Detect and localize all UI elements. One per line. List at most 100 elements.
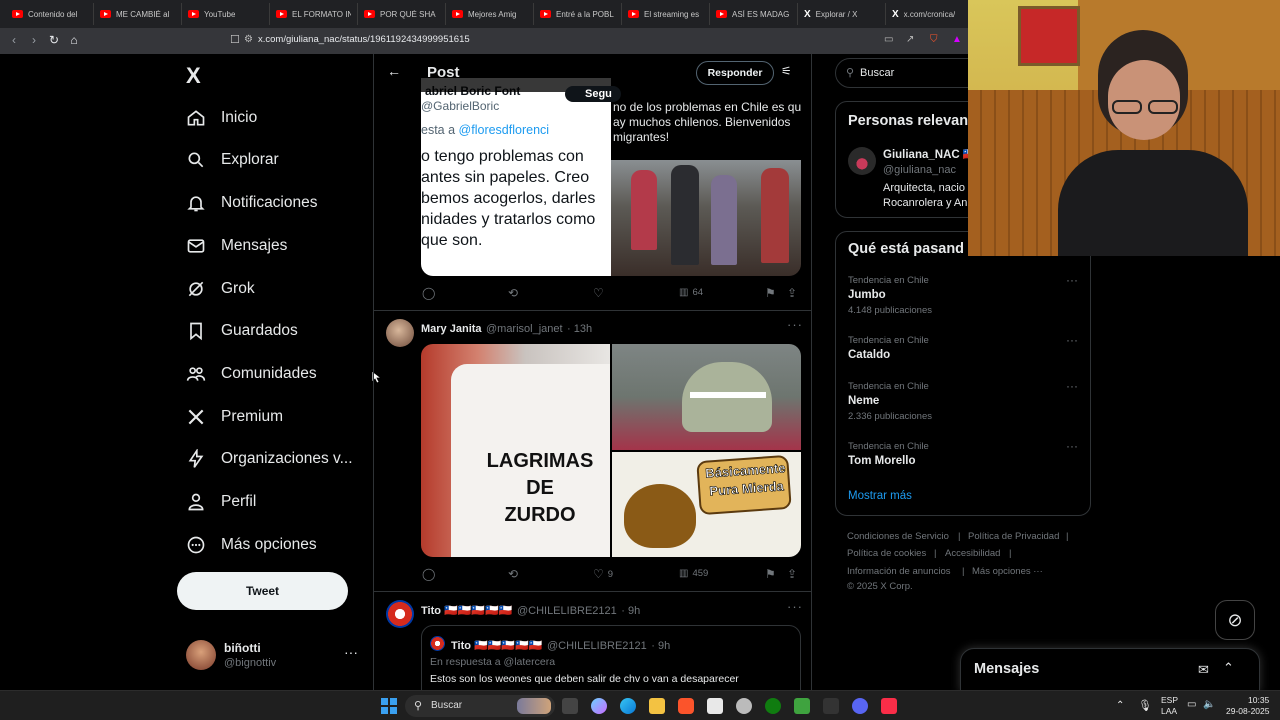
- nav-item-guardados[interactable]: Guardados: [186, 313, 298, 349]
- browser-tab[interactable]: El streaming es: [622, 3, 710, 25]
- cast-icon[interactable]: ▭: [884, 34, 893, 45]
- footer-link[interactable]: Información de anuncios: [847, 566, 951, 577]
- browser-tab[interactable]: Contenido del: [6, 3, 94, 25]
- nav-item-explorar[interactable]: Explorar: [186, 142, 279, 178]
- footer-link[interactable]: © 2025 X Corp.: [847, 581, 913, 592]
- windows-start-icon[interactable]: [381, 698, 397, 714]
- post-image-news[interactable]: no de los problemas en Chile es qu ay muc…: [611, 78, 801, 276]
- new-message-icon[interactable]: ✉: [1198, 662, 1209, 678]
- home-browser-icon[interactable]: ⌂: [64, 33, 84, 47]
- microphone-icon[interactable]: 🎙: [1138, 699, 1152, 712]
- trend-more-icon[interactable]: ···: [1066, 379, 1078, 393]
- bookmark-action[interactable]: ⚑: [765, 567, 776, 581]
- author-name[interactable]: Tito 🇨🇱🇨🇱🇨🇱🇨🇱🇨🇱: [421, 605, 513, 617]
- nav-item-notificaciones[interactable]: Notificaciones: [186, 185, 318, 221]
- post-time[interactable]: · 9h: [621, 605, 640, 617]
- share-action[interactable]: ⇪: [787, 567, 797, 581]
- browser-tab[interactable]: YouTube: [182, 3, 270, 25]
- retweet-action[interactable]: ⟲: [508, 567, 518, 581]
- clock-date[interactable]: 29-08-2025: [1226, 706, 1269, 716]
- share-action[interactable]: ⇪: [787, 286, 797, 300]
- person-handle[interactable]: @giuliana_nac: [883, 164, 956, 176]
- nav-item-mensajes[interactable]: Mensajes: [186, 228, 287, 264]
- like-action[interactable]: ♡ 9: [593, 567, 613, 581]
- chevron-up-icon[interactable]: ⌃: [1223, 660, 1234, 676]
- browser-tab[interactable]: ME CAMBIÉ al: [94, 3, 182, 25]
- tweet-button[interactable]: Tweet: [177, 572, 348, 610]
- bookmark-page-icon[interactable]: ☐: [230, 33, 240, 46]
- store-icon[interactable]: [707, 698, 723, 714]
- language-layout[interactable]: LAA: [1161, 706, 1177, 716]
- share-icon[interactable]: ↗: [906, 34, 914, 45]
- grok-floating-button[interactable]: ⊘: [1215, 600, 1255, 640]
- messages-drawer[interactable]: Mensajes ✉ ⌃: [960, 648, 1260, 692]
- task-view-icon[interactable]: [562, 698, 578, 714]
- footer-link[interactable]: Condiciones de Servicio: [847, 531, 949, 542]
- footer-link[interactable]: Política de cookies: [847, 548, 926, 559]
- footer-link[interactable]: Más opciones ···: [972, 566, 1043, 577]
- nav-item-premium[interactable]: Premium: [186, 399, 283, 435]
- music-icon[interactable]: [881, 698, 897, 714]
- like-action[interactable]: ♡: [593, 286, 604, 300]
- footer-link[interactable]: Política de Privacidad: [968, 531, 1059, 542]
- nav-item-perfil[interactable]: Perfil: [186, 484, 256, 520]
- volume-icon[interactable]: 🔈: [1203, 699, 1215, 710]
- avatar[interactable]: [848, 147, 876, 175]
- author-name[interactable]: Mary Janita: [421, 323, 482, 335]
- more-icon[interactable]: ···: [344, 644, 358, 660]
- post-image-mug[interactable]: LAGRIMAS DE ZURDO: [421, 344, 610, 557]
- browser-tab[interactable]: EL FORMATO IN: [270, 3, 358, 25]
- post-image-poop-meme[interactable]: Básicamente Pura Mierda: [612, 452, 801, 557]
- nav-item-inicio[interactable]: Inicio: [186, 100, 257, 136]
- copilot-icon[interactable]: [591, 698, 607, 714]
- quoted-post[interactable]: Tito 🇨🇱🇨🇱🇨🇱🇨🇱🇨🇱 @CHILELIBRE2121 · 9h En …: [421, 625, 801, 690]
- post-more-icon[interactable]: ···: [787, 317, 803, 332]
- trend-more-icon[interactable]: ···: [1066, 439, 1078, 453]
- browser-tab[interactable]: POR QUÉ SHA: [358, 3, 446, 25]
- brave-shield-icon[interactable]: ⛉: [930, 34, 938, 45]
- bookmark-action[interactable]: ⚑: [765, 286, 776, 300]
- epic-games-icon[interactable]: [823, 698, 839, 714]
- post-time[interactable]: · 13h: [567, 323, 592, 335]
- site-info-icon[interactable]: ⚙: [244, 34, 253, 45]
- trend-item[interactable]: Tendencia en Chile Jumbo 4.148 publicacion…: [848, 273, 1084, 316]
- trend-item[interactable]: Tendencia en Chile Tom Morello ···: [848, 439, 1084, 467]
- post-more-icon[interactable]: ···: [787, 599, 803, 614]
- x-logo[interactable]: X: [186, 63, 201, 89]
- account-switcher[interactable]: biñotti @bignottiv ···: [186, 638, 361, 674]
- trend-item[interactable]: Tendencia en Chile Neme 2.336 publicacione…: [848, 379, 1084, 422]
- discord-icon[interactable]: [852, 698, 868, 714]
- network-icon[interactable]: ▭: [1187, 699, 1196, 710]
- chevron-up-icon[interactable]: ⌃: [1116, 700, 1124, 711]
- show-more-link[interactable]: Mostrar más: [848, 490, 912, 502]
- nav-item-más-opciones[interactable]: Más opciones: [186, 527, 317, 563]
- url-field[interactable]: x.com/giuliana_nac/status/19611924349999…: [258, 34, 470, 45]
- filter-icon[interactable]: ⚟: [781, 64, 792, 78]
- browser-tab[interactable]: Mejores Amig: [446, 3, 534, 25]
- steam-icon[interactable]: [736, 698, 752, 714]
- follow-button[interactable]: Segu: [565, 86, 621, 102]
- author-handle[interactable]: @CHILELIBRE2121: [517, 605, 617, 617]
- views-action[interactable]: ▥ 459: [679, 568, 708, 579]
- back-arrow-icon[interactable]: ←: [387, 63, 401, 79]
- retweet-action[interactable]: ⟲: [508, 286, 518, 300]
- rewards-icon[interactable]: ▲: [952, 34, 962, 45]
- footer-link[interactable]: Accesibilidad: [945, 548, 1000, 559]
- reply-action[interactable]: ◯: [422, 567, 435, 581]
- xbox-icon[interactable]: [765, 698, 781, 714]
- language-indicator[interactable]: ESP: [1161, 695, 1178, 705]
- trend-more-icon[interactable]: ···: [1066, 273, 1078, 287]
- views-action[interactable]: ▥ 64: [679, 287, 703, 298]
- reply-button[interactable]: Responder: [696, 61, 774, 85]
- nav-item-grok[interactable]: Grok: [186, 271, 255, 307]
- trend-more-icon[interactable]: ···: [1066, 333, 1078, 347]
- browser-tab[interactable]: ASÍ ES MADAG: [710, 3, 798, 25]
- avatar[interactable]: [386, 319, 414, 347]
- reply-action[interactable]: ◯: [422, 286, 435, 300]
- minecraft-icon[interactable]: [794, 698, 810, 714]
- clock-time[interactable]: 10:35: [1248, 695, 1269, 705]
- avatar[interactable]: [386, 600, 414, 628]
- brave-icon[interactable]: [678, 698, 694, 714]
- browser-tab[interactable]: Xx.com/cronica/: [886, 3, 974, 25]
- nav-item-organizaciones-v[interactable]: Organizaciones v...: [186, 441, 353, 477]
